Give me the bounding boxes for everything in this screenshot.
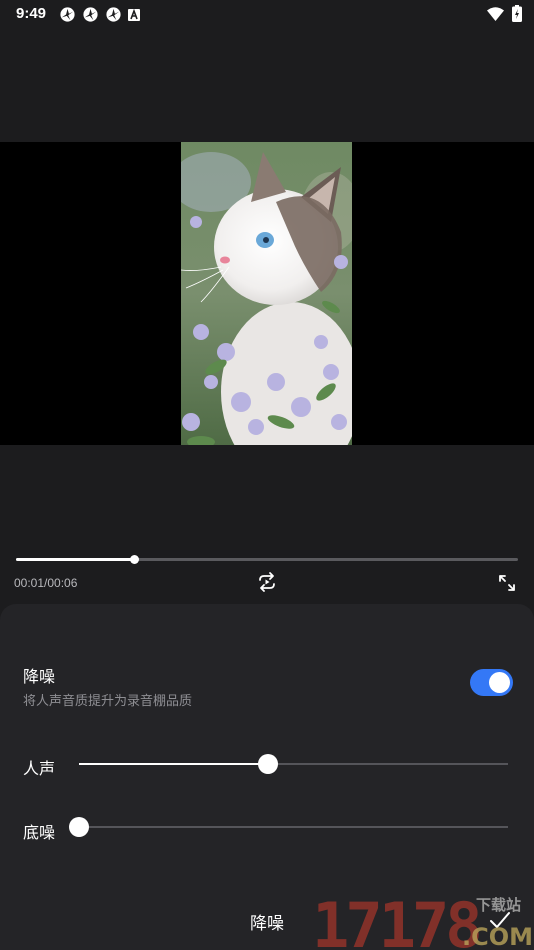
fullscreen-icon[interactable] [497,573,517,593]
spinner-icon [106,7,121,22]
video-frame [181,142,352,445]
battery-charging-icon [512,5,522,22]
loop-play-icon[interactable] [256,571,278,593]
svg-text:17178: 17178 [312,889,479,950]
playback-seekbar[interactable] [16,555,518,564]
spinner-icon [83,7,98,22]
notification-icons [59,6,140,23]
status-bar: 9:49 [0,0,534,28]
denoise-description: 将人声音质提升为录音棚品质 [23,693,193,708]
system-icons [487,5,522,22]
denoise-title: 降噪 [23,669,56,686]
playback-time: 00:01/00:06 [14,576,78,590]
video-preview[interactable] [0,142,534,445]
noise-floor-slider[interactable] [69,817,508,837]
noise-floor-slider-label: 底噪 [23,825,56,842]
voice-slider-fill [79,763,268,765]
voice-slider-label: 人声 [23,761,56,778]
voice-slider[interactable] [79,754,508,774]
toggle-knob [489,672,510,693]
spinner-icon [60,7,75,22]
denoise-toggle[interactable] [470,669,513,696]
a-badge-icon [128,8,140,21]
status-time: 9:49 [16,5,47,22]
video-thumbnail-image [181,142,352,445]
noise-floor-slider-thumb[interactable] [69,817,89,837]
svg-text:.COM: .COM [462,923,533,950]
wifi-icon [487,6,504,21]
voice-slider-thumb[interactable] [257,754,278,774]
site-watermark-logo: 17178 下载站 .COM [312,889,533,950]
svg-text:下载站: 下载站 [476,896,521,914]
seekbar-progress [16,558,134,561]
seekbar-thumb[interactable] [129,555,139,564]
